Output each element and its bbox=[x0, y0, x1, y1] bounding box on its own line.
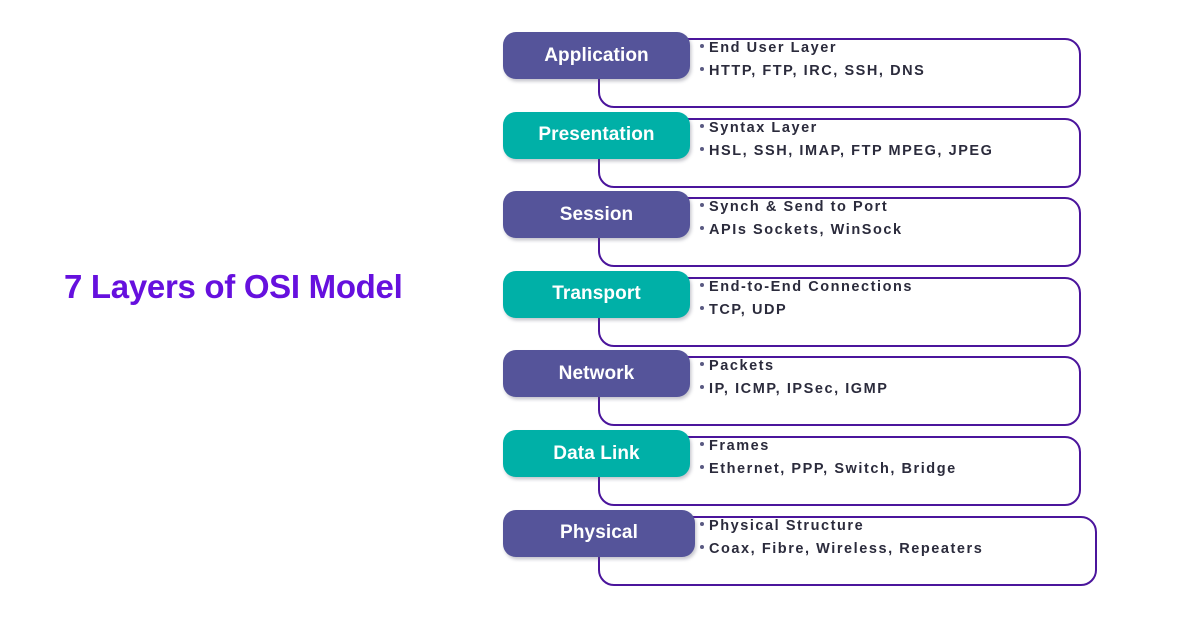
bullet-text: Ethernet, PPP, Switch, Bridge bbox=[709, 461, 957, 477]
bullet-text: HTTP, FTP, IRC, SSH, DNS bbox=[709, 63, 926, 79]
bullet-text: APIs Sockets, WinSock bbox=[709, 222, 903, 239]
layer-name-label: Transport bbox=[552, 283, 641, 305]
layer-pill-transport[interactable]: Transport bbox=[503, 270, 690, 318]
bullet-text: Synch & Send to Port bbox=[709, 199, 889, 216]
bullet-dot-icon bbox=[700, 465, 704, 469]
layer-name-label: Physical bbox=[560, 522, 638, 544]
layer-bullet-item: TCP, UDP bbox=[700, 302, 913, 325]
layer-bullet-list: Physical Structure Coax, Fibre, Wireless,… bbox=[700, 518, 983, 564]
bullet-text: Physical Structure bbox=[709, 517, 865, 534]
bullet-dot-icon bbox=[700, 385, 704, 390]
layer-pill-network[interactable]: Network bbox=[503, 350, 690, 398]
layer-bullet-item: Ethernet, PPP, Switch, Bridge bbox=[700, 461, 957, 484]
bullet-dot-icon bbox=[700, 282, 704, 287]
bullet-text: Packets bbox=[709, 358, 775, 375]
layer-bullet-item: End User Layer bbox=[700, 40, 925, 63]
layer-pill-data-link[interactable]: Data Link bbox=[503, 430, 690, 477]
bullet-text: HSL, SSH, IMAP, FTP MPEG, JPEG bbox=[709, 142, 994, 159]
layer-bullet-item: End-to-End Connections bbox=[700, 279, 913, 302]
layer-bullet-item: Frames bbox=[700, 438, 957, 461]
osi-diagram-canvas: 7 Layers of OSI Model Application End Use… bbox=[0, 0, 1200, 628]
bullet-dot-icon bbox=[700, 544, 704, 549]
layer-bullet-item: IP, ICMP, IPSec, IGMP bbox=[700, 381, 889, 404]
layer-bullet-item: Packets bbox=[700, 358, 889, 381]
bullet-dot-icon bbox=[700, 521, 704, 526]
layer-name-label: Data Link bbox=[553, 442, 640, 464]
layer-bullet-item: HTTP, FTP, IRC, SSH, DNS bbox=[700, 63, 925, 86]
layer-bullet-list: Packets IP, ICMP, IPSec, IGMP bbox=[700, 358, 889, 404]
bullet-dot-icon bbox=[700, 44, 704, 48]
bullet-text: Coax, Fibre, Wireless, Repeaters bbox=[709, 540, 984, 557]
bullet-dot-icon bbox=[700, 362, 704, 367]
layer-name-label: Application bbox=[544, 44, 649, 66]
layer-bullet-list: End User Layer HTTP, FTP, IRC, SSH, DNS bbox=[700, 40, 925, 86]
layer-bullet-item: Syntax Layer bbox=[700, 120, 993, 143]
layer-bullet-item: Coax, Fibre, Wireless, Repeaters bbox=[700, 541, 983, 564]
layer-pill-presentation[interactable]: Presentation bbox=[503, 111, 690, 159]
bullet-dot-icon bbox=[700, 146, 704, 151]
layer-pill-physical[interactable]: Physical bbox=[503, 509, 695, 557]
layer-name-label: Presentation bbox=[538, 124, 655, 146]
layer-bullet-item: HSL, SSH, IMAP, FTP MPEG, JPEG bbox=[700, 143, 993, 166]
bullet-text: End User Layer bbox=[709, 40, 838, 56]
bullet-text: Frames bbox=[709, 438, 770, 454]
osi-layer-stack: Application End User Layer HTTP, FTP, IRC,… bbox=[0, 0, 1200, 628]
bullet-dot-icon bbox=[700, 203, 704, 208]
layer-pill-application[interactable]: Application bbox=[503, 32, 690, 79]
bullet-text: End-to-End Connections bbox=[709, 278, 914, 295]
bullet-dot-icon bbox=[700, 305, 704, 310]
layer-bullet-list: Synch & Send to Port APIs Sockets, WinSoc… bbox=[700, 199, 903, 245]
layer-pill-session[interactable]: Session bbox=[503, 191, 690, 239]
layer-name-label: Session bbox=[559, 203, 634, 225]
layer-bullet-list: End-to-End Connections TCP, UDP bbox=[700, 279, 913, 325]
bullet-dot-icon bbox=[700, 67, 704, 71]
layer-bullet-item: Synch & Send to Port bbox=[700, 199, 903, 222]
bullet-dot-icon bbox=[700, 226, 704, 231]
bullet-dot-icon bbox=[700, 123, 704, 128]
bullet-text: IP, ICMP, IPSec, IGMP bbox=[709, 381, 889, 398]
layer-bullet-item: Physical Structure bbox=[700, 518, 983, 541]
bullet-text: Syntax Layer bbox=[709, 119, 818, 136]
layer-bullet-list: Frames Ethernet, PPP, Switch, Bridge bbox=[700, 438, 957, 484]
bullet-text: TCP, UDP bbox=[709, 301, 788, 318]
layer-bullet-list: Syntax Layer HSL, SSH, IMAP, FTP MPEG, JP… bbox=[700, 120, 993, 166]
layer-name-label: Network bbox=[558, 362, 635, 384]
layer-bullet-item: APIs Sockets, WinSock bbox=[700, 222, 903, 245]
bullet-dot-icon bbox=[700, 442, 704, 446]
